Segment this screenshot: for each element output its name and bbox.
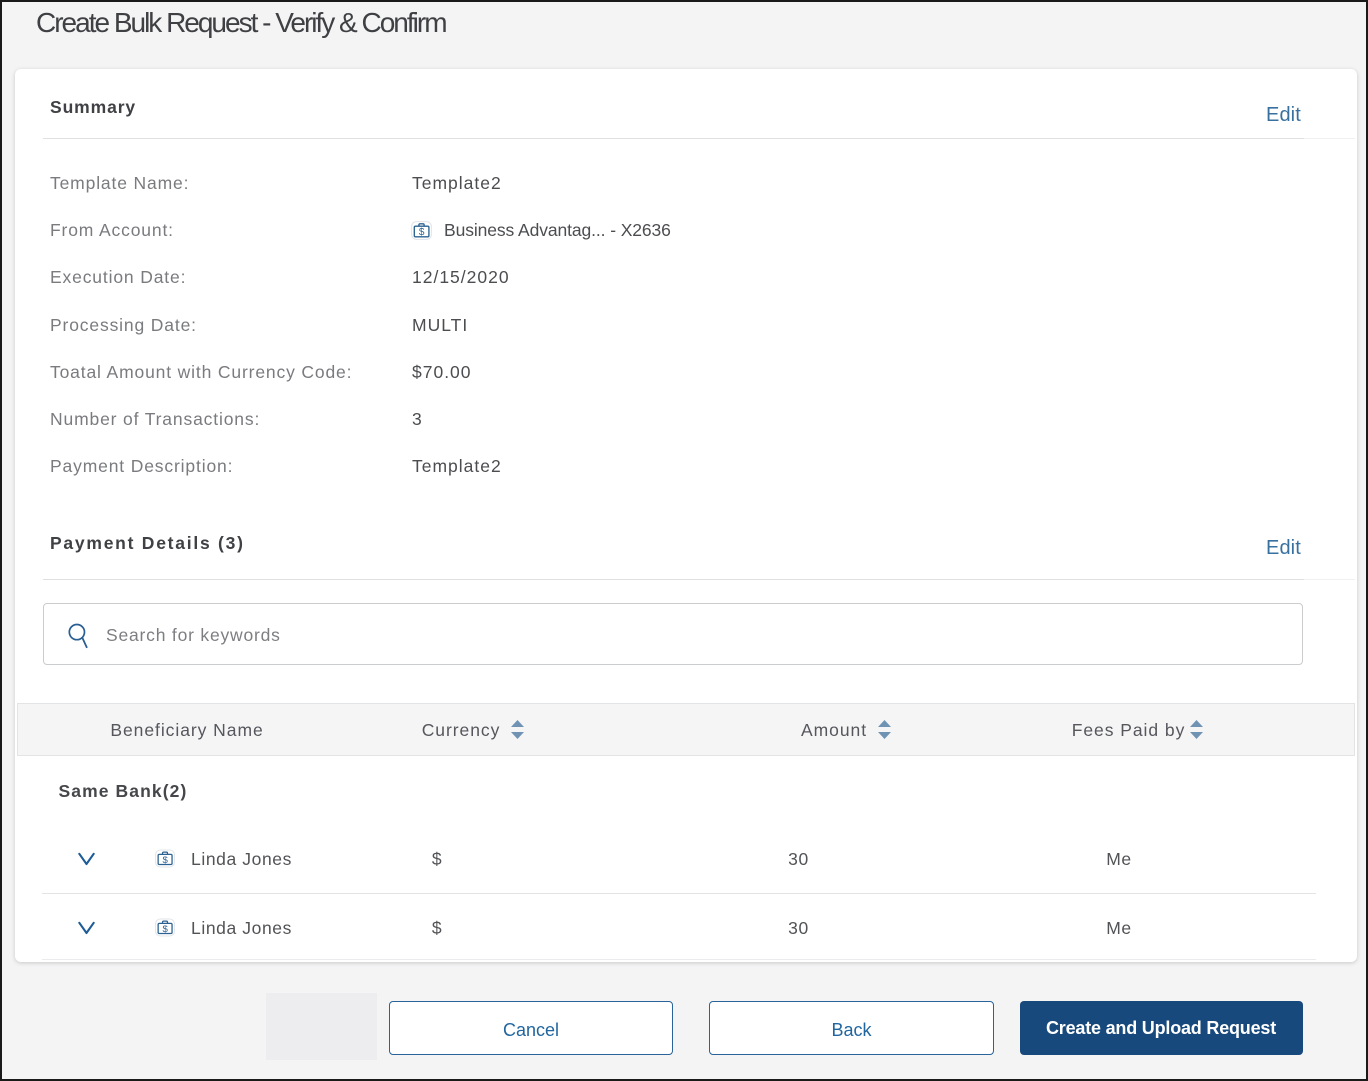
svg-text:$: $ — [162, 854, 168, 865]
svg-text:$: $ — [419, 227, 425, 238]
svg-text:$: $ — [162, 923, 168, 934]
